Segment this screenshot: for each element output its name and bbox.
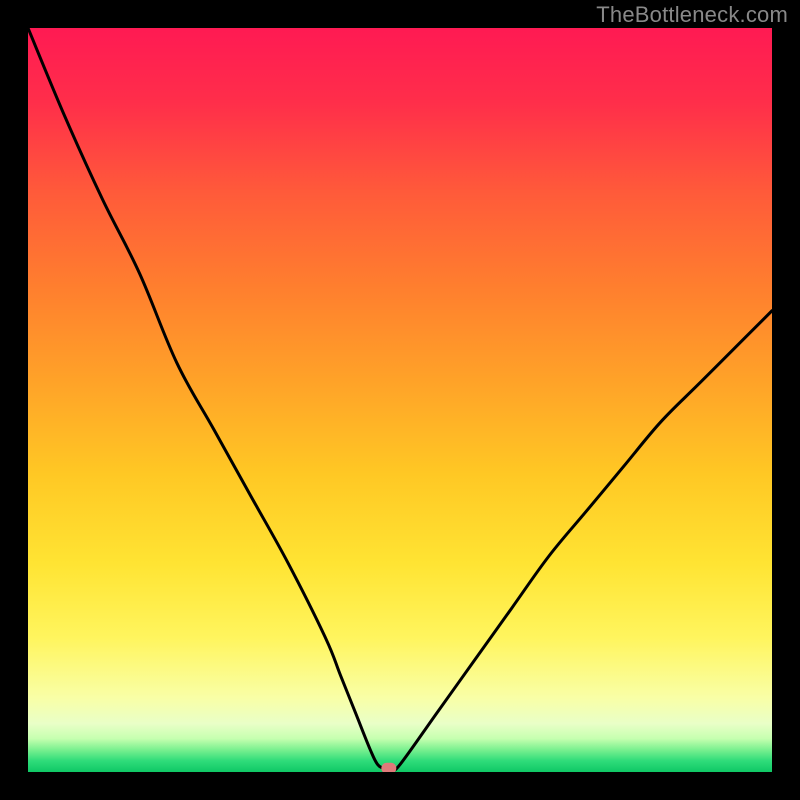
gradient-background bbox=[28, 28, 772, 772]
watermark-text: TheBottleneck.com bbox=[596, 2, 788, 28]
chart-outer-container: TheBottleneck.com bbox=[0, 0, 800, 800]
bottleneck-curve-chart bbox=[28, 28, 772, 772]
plot-area bbox=[28, 28, 772, 772]
optimum-marker bbox=[381, 763, 396, 772]
